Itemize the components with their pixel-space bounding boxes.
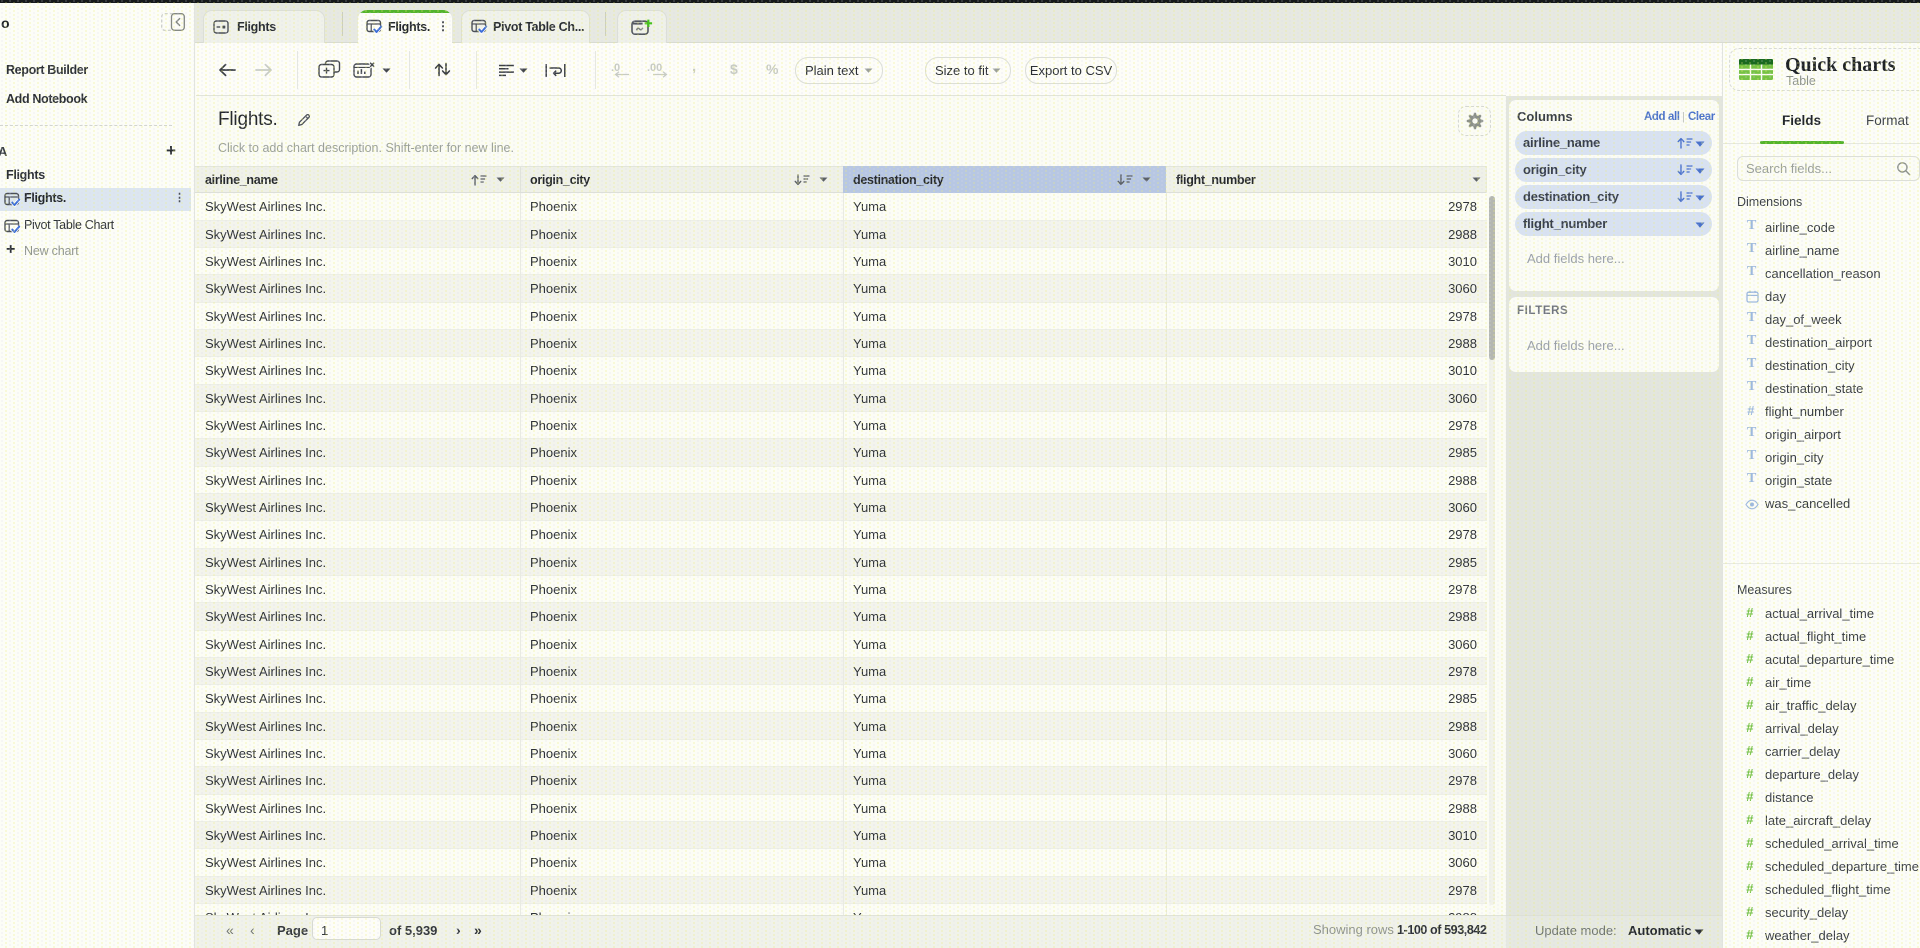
svg-text:.00: .00 <box>647 62 662 74</box>
